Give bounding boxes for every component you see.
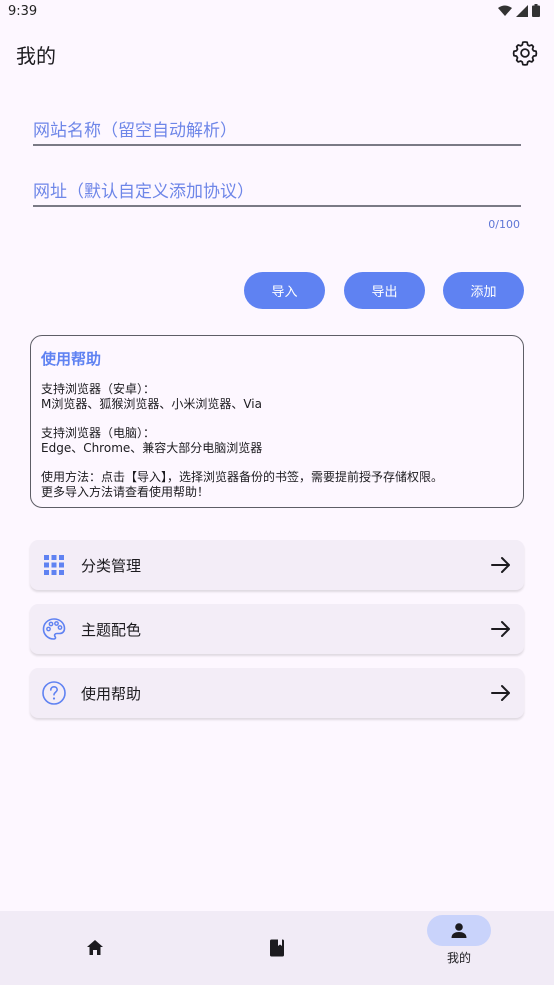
import-button[interactable]: 导入 — [244, 272, 325, 309]
export-button[interactable]: 导出 — [344, 272, 425, 309]
arrow-right-icon — [491, 685, 510, 701]
add-button[interactable]: 添加 — [443, 272, 524, 309]
help-android-list: M浏览器、狐猴浏览器、小米浏览器、Via — [41, 397, 262, 411]
site-name-input[interactable]: 网站名称（留空自动解析） — [33, 110, 521, 146]
char-counter: 0/100 — [488, 218, 520, 231]
menu-item-category-management[interactable]: 分类管理 — [30, 540, 524, 590]
person-icon — [451, 923, 467, 938]
menu-label-usage-help: 使用帮助 — [81, 685, 142, 703]
signal-icon — [516, 4, 528, 17]
wifi-icon — [498, 5, 512, 16]
battery-icon — [532, 4, 540, 17]
site-name-placeholder: 网站名称（留空自动解析） — [33, 121, 237, 141]
arrow-right-icon — [491, 621, 510, 637]
nav-item-bookmarks[interactable] — [217, 911, 337, 985]
app-bar: 我的 — [0, 30, 554, 76]
status-bar: 9:39 — [0, 0, 554, 24]
arrow-right-icon — [491, 557, 510, 573]
help-title: 使用帮助 — [41, 350, 102, 368]
nav-item-home[interactable] — [35, 911, 155, 985]
menu-label-theme-color: 主题配色 — [81, 621, 142, 639]
bottom-navigation: 我的 — [0, 911, 554, 985]
nav-label-mine: 我的 — [446, 951, 471, 965]
grid-icon — [44, 555, 64, 575]
settings-gear-icon[interactable] — [512, 40, 538, 66]
menu-item-usage-help[interactable]: 使用帮助 — [30, 668, 524, 718]
status-icons — [498, 4, 540, 17]
help-more: 更多导入方法请查看使用帮助！ — [41, 485, 210, 499]
nav-item-mine[interactable]: 我的 — [399, 911, 519, 985]
url-input[interactable]: 网址（默认自定义添加协议） — [33, 171, 521, 207]
home-icon — [87, 940, 103, 955]
status-time: 9:39 — [8, 4, 38, 19]
palette-icon — [42, 618, 66, 640]
help-card: 使用帮助 支持浏览器（安卓）： M浏览器、狐猴浏览器、小米浏览器、Via 支持浏… — [30, 335, 524, 508]
help-icon — [42, 681, 66, 705]
menu-item-theme-color[interactable]: 主题配色 — [30, 604, 524, 654]
menu-label-category-management: 分类管理 — [81, 557, 142, 575]
book-icon — [270, 939, 284, 957]
page-title: 我的 — [16, 44, 56, 68]
help-pc-list: Edge、Chrome、兼容大部分电脑浏览器 — [41, 441, 263, 455]
url-placeholder: 网址（默认自定义添加协议） — [33, 182, 254, 202]
